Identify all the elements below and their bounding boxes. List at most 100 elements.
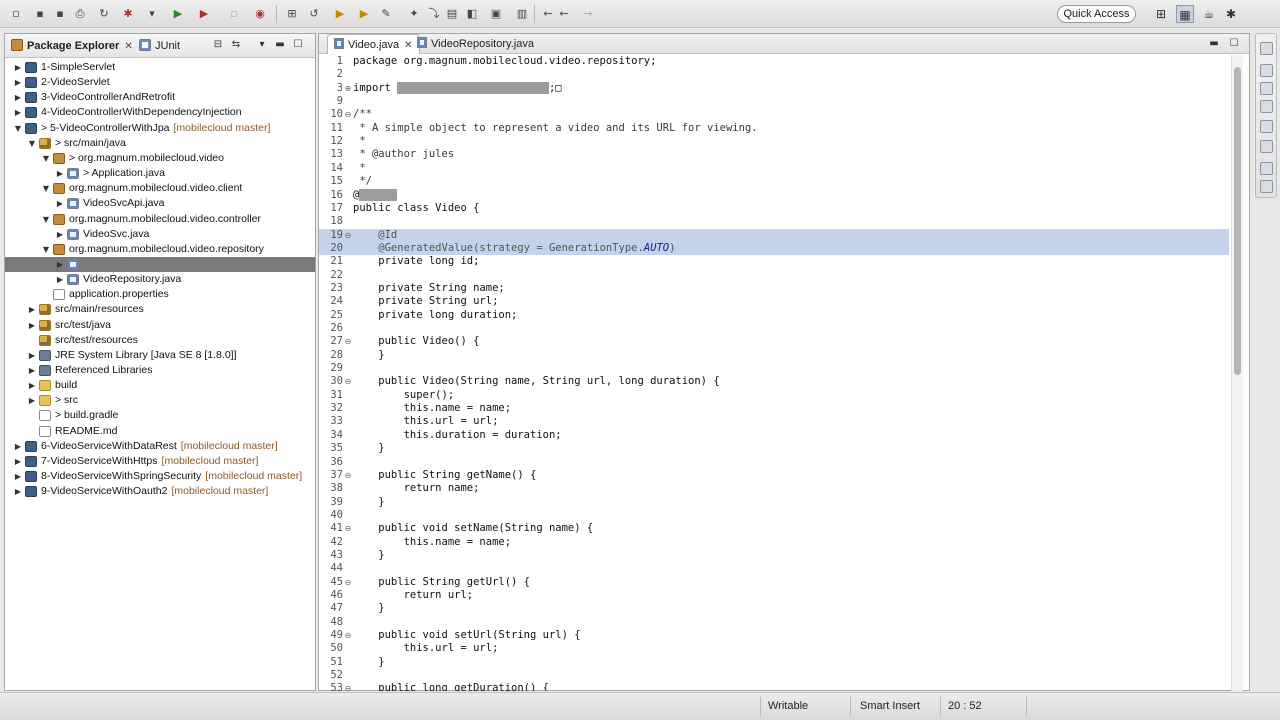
code-line[interactable]: 45 ⊖ public String getUrl() { xyxy=(319,576,1229,589)
expanded-arrow-icon[interactable]: ▼ xyxy=(27,136,37,151)
code-line[interactable]: 51 } xyxy=(319,656,1229,669)
back-dropdown-icon[interactable]: ← xyxy=(556,6,572,22)
expanded-arrow-icon[interactable]: ▼ xyxy=(41,212,51,227)
code-line[interactable]: 10 ⊖/** xyxy=(319,108,1229,121)
tree-item[interactable]: ▶ VideoSvcApi.java xyxy=(5,196,315,211)
tree-item[interactable]: ▶ > Application.java xyxy=(5,166,315,181)
tree-item[interactable]: ▶ VideoRepository.java xyxy=(5,272,315,287)
toggle-mark-icon[interactable]: ◧ xyxy=(464,6,480,22)
code-line[interactable]: 26 xyxy=(319,322,1229,335)
code-line[interactable]: 39 } xyxy=(319,496,1229,509)
new-class-icon[interactable]: ▶ xyxy=(332,6,348,22)
collapsed-arrow-icon[interactable]: ▶ xyxy=(55,196,65,211)
tree-item[interactable]: > build.gradle xyxy=(5,408,315,423)
code-line[interactable]: 34 this.duration = duration; xyxy=(319,429,1229,442)
collapse-fold-icon[interactable]: ⊖ xyxy=(344,469,352,482)
tree-item[interactable]: ▶ 7-VideoServiceWithHttps [mobilecloud mas… xyxy=(5,454,315,469)
tree-item[interactable]: ▶ 3-VideoControllerAndRetrofit xyxy=(5,90,315,105)
code-line[interactable]: 53 ⊖ public long getDuration() { xyxy=(319,682,1229,691)
block-selection-icon[interactable]: ▥ xyxy=(514,6,530,22)
collapsed-arrow-icon[interactable]: ▶ xyxy=(55,257,65,272)
expanded-arrow-icon[interactable]: ▼ xyxy=(13,121,23,136)
collapsed-arrow-icon[interactable]: ▶ xyxy=(27,393,37,408)
code-line[interactable]: 19 ⊖ @Id xyxy=(319,228,1229,242)
java-ee-perspective-icon[interactable]: ▦ xyxy=(1176,5,1194,23)
servers-icon[interactable] xyxy=(1260,162,1273,175)
collapsed-arrow-icon[interactable]: ▶ xyxy=(55,166,65,181)
tree-item[interactable]: src/test/resources xyxy=(5,333,315,348)
tree-item[interactable]: ▶ 6-VideoServiceWithDataRest [mobilecloud … xyxy=(5,439,315,454)
code-line[interactable]: 50 this.url = url; xyxy=(319,642,1229,655)
collapsed-arrow-icon[interactable]: ▶ xyxy=(13,105,23,120)
tree-item[interactable]: ▶ src/test/java xyxy=(5,318,315,333)
tree-item[interactable]: ▼ org.magnum.mobilecloud.video.repository xyxy=(5,242,315,257)
code-line[interactable]: 21 private long id; xyxy=(319,255,1229,268)
collapse-fold-icon[interactable]: ⊖ xyxy=(344,576,352,589)
close-icon[interactable]: ✕ xyxy=(124,41,132,52)
tree-item[interactable]: ▼ > 5-VideoControllerWithJpa [mobilecloud … xyxy=(5,121,315,136)
dropdown-icon[interactable]: ▾ xyxy=(144,6,160,22)
refresh-icon[interactable]: ↻ xyxy=(96,6,112,22)
tree-item[interactable]: ▼ org.magnum.mobilecloud.video.client xyxy=(5,181,315,196)
new-java-project-icon[interactable]: ⊞ xyxy=(284,6,300,22)
tree-item[interactable]: ▶ 9-VideoServiceWithOauth2 [mobilecloud ma… xyxy=(5,484,315,499)
code-line[interactable]: 47 } xyxy=(319,602,1229,615)
code-line[interactable]: 31 super(); xyxy=(319,389,1229,402)
coverage-icon[interactable]: ◉ xyxy=(252,6,268,22)
code-line[interactable]: 3 ⊕ import javax.persistence.Entity;□ xyxy=(319,81,1229,95)
run-icon[interactable]: ▶ xyxy=(170,6,186,22)
collapse-fold-icon[interactable]: ⊖ xyxy=(344,229,352,242)
code-line[interactable]: 35 } xyxy=(319,442,1229,455)
code-line[interactable]: 24 private String url; xyxy=(319,295,1229,308)
view-menu-icon[interactable]: ▾ xyxy=(255,38,269,52)
code-line[interactable]: 43 } xyxy=(319,549,1229,562)
save-icon[interactable]: ▪ xyxy=(32,6,48,22)
tab-junit[interactable]: JUnit xyxy=(139,38,180,54)
expanded-arrow-icon[interactable]: ▼ xyxy=(41,181,51,196)
collapsed-arrow-icon[interactable]: ▶ xyxy=(13,439,23,454)
collapsed-arrow-icon[interactable]: ▶ xyxy=(13,484,23,499)
collapsed-arrow-icon[interactable]: ▶ xyxy=(13,75,23,90)
code-line[interactable]: 37 ⊖ public String getName() { xyxy=(319,469,1229,482)
save-all-icon[interactable]: ▪ xyxy=(52,6,68,22)
code-line[interactable]: 42 this.name = name; xyxy=(319,536,1229,549)
collapsed-arrow-icon[interactable]: ▶ xyxy=(13,454,23,469)
open-type-icon[interactable]: ▶ xyxy=(356,6,372,22)
code-line[interactable]: 16 @Entity xyxy=(319,188,1229,202)
outline-icon[interactable] xyxy=(1260,64,1273,77)
collapse-fold-icon[interactable]: ⊖ xyxy=(344,629,352,642)
new-icon[interactable]: ▫ xyxy=(8,6,24,22)
tab-package-explorer[interactable]: Package Explorer ✕ xyxy=(11,38,133,54)
code-line[interactable]: 49 ⊖ public void setUrl(String url) { xyxy=(319,629,1229,642)
expanded-arrow-icon[interactable]: ▼ xyxy=(41,242,51,257)
show-whitespace-icon[interactable]: ▣ xyxy=(488,6,504,22)
code-line[interactable]: 41 ⊖ public void setName(String name) { xyxy=(319,522,1229,535)
tree-item[interactable]: README.md xyxy=(5,424,315,439)
back-icon[interactable]: ← xyxy=(540,6,556,22)
code-line[interactable]: 1 package org.magnum.mobilecloud.video.re… xyxy=(319,55,1229,68)
code-line[interactable]: 38 return name; xyxy=(319,482,1229,495)
toggle-breadcrumb-icon[interactable]: ▤ xyxy=(444,6,460,22)
tree-item[interactable]: ▶ 1-SimpleServlet xyxy=(5,60,315,75)
collapsed-arrow-icon[interactable]: ▶ xyxy=(13,60,23,75)
code-line[interactable]: 44 xyxy=(319,562,1229,575)
collapsed-arrow-icon[interactable]: ▶ xyxy=(27,363,37,378)
code-line[interactable]: 11 * A simple object to represent a vide… xyxy=(319,122,1229,135)
collapse-fold-icon[interactable]: ⊖ xyxy=(344,375,352,388)
maximize-icon[interactable]: ☐ xyxy=(1227,37,1241,51)
code-line[interactable]: 15 */ xyxy=(319,175,1229,188)
tree-item[interactable]: ▶ Video.java xyxy=(5,256,315,272)
maximize-icon[interactable]: ☐ xyxy=(291,38,305,52)
collapsed-arrow-icon[interactable]: ▶ xyxy=(27,378,37,393)
next-annotation-icon[interactable]: ✦ xyxy=(406,6,422,22)
collapsed-arrow-icon[interactable]: ▶ xyxy=(27,348,37,363)
debug-icon[interactable]: ✱ xyxy=(120,6,136,22)
prev-annotation-icon[interactable]: ⤵ xyxy=(426,6,442,22)
code-line[interactable]: 52 xyxy=(319,669,1229,682)
code-line[interactable]: 9 xyxy=(319,95,1229,108)
code-line[interactable]: 29 xyxy=(319,362,1229,375)
tree-item[interactable]: ▶ > src xyxy=(5,393,315,408)
print-icon[interactable]: ⎙ xyxy=(72,6,88,22)
link-with-editor-icon[interactable]: ⇆ xyxy=(229,38,243,52)
collapsed-arrow-icon[interactable]: ▶ xyxy=(27,302,37,317)
